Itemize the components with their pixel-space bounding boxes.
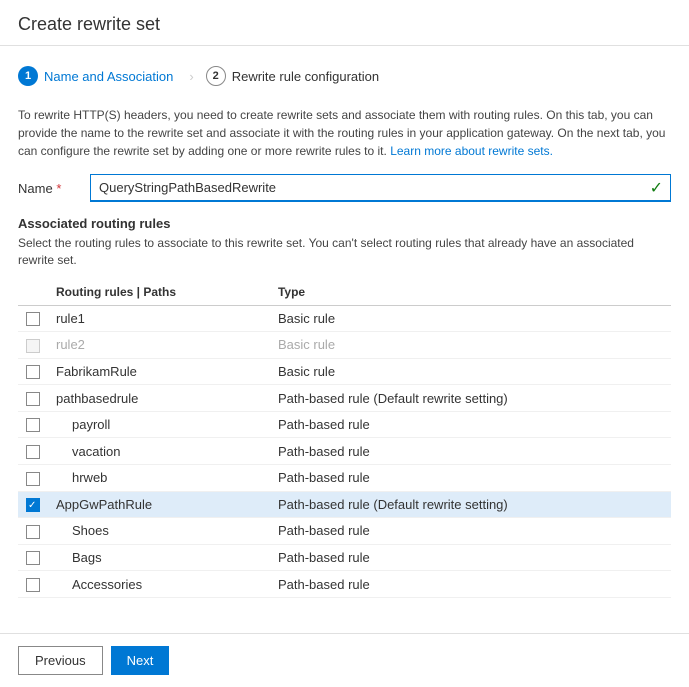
table-row: AccessoriesPath-based rule bbox=[18, 571, 671, 598]
rule-type-hrweb: Path-based rule bbox=[270, 464, 671, 491]
tab-name-association[interactable]: 1 Name and Association bbox=[18, 60, 189, 92]
rule-name-appgwpathrule: AppGwPathRule bbox=[48, 491, 270, 518]
tab1-label: Name and Association bbox=[44, 69, 173, 84]
rule-checkbox-hrweb[interactable] bbox=[26, 472, 40, 486]
rule-name-rule2: rule2 bbox=[48, 332, 270, 359]
rule-type-accessories: Path-based rule bbox=[270, 571, 671, 598]
rule-type-fabrikamrule: Basic rule bbox=[270, 358, 671, 385]
next-button[interactable]: Next bbox=[111, 646, 170, 675]
rule-checkbox-fabrikamrule[interactable] bbox=[26, 365, 40, 379]
rule-name-vacation: vacation bbox=[48, 438, 270, 465]
table-row: ShoesPath-based rule bbox=[18, 518, 671, 545]
tabs-container: 1 Name and Association › 2 Rewrite rule … bbox=[18, 60, 671, 92]
name-input[interactable] bbox=[90, 174, 671, 202]
routing-rules-desc: Select the routing rules to associate to… bbox=[18, 235, 671, 269]
rule-type-shoes: Path-based rule bbox=[270, 518, 671, 545]
tab1-circle: 1 bbox=[18, 66, 38, 86]
rule-checkbox-vacation[interactable] bbox=[26, 445, 40, 459]
table-row: rule1Basic rule bbox=[18, 305, 671, 332]
rule-type-bags: Path-based rule bbox=[270, 544, 671, 571]
description-text: To rewrite HTTP(S) headers, you need to … bbox=[18, 108, 665, 158]
col-name-header: Routing rules | Paths bbox=[48, 279, 270, 306]
tab-separator: › bbox=[189, 69, 193, 84]
page-header: Create rewrite set bbox=[0, 0, 689, 46]
tab-description: To rewrite HTTP(S) headers, you need to … bbox=[18, 106, 671, 160]
rule-name-rule1: rule1 bbox=[48, 305, 270, 332]
name-field-row: Name * ✓ bbox=[18, 174, 671, 202]
content-area: 1 Name and Association › 2 Rewrite rule … bbox=[0, 46, 689, 633]
page-container: Create rewrite set 1 Name and Associatio… bbox=[0, 0, 689, 687]
rule-name-hrweb: hrweb bbox=[48, 464, 270, 491]
rule-name-pathbasedrule: pathbasedrule bbox=[48, 385, 270, 412]
table-row: AppGwPathRulePath-based rule (Default re… bbox=[18, 491, 671, 518]
previous-button[interactable]: Previous bbox=[18, 646, 103, 675]
name-label: Name * bbox=[18, 181, 78, 196]
name-input-wrapper: ✓ bbox=[90, 174, 671, 202]
table-header-row: Routing rules | Paths Type bbox=[18, 279, 671, 306]
routing-rules-table: Routing rules | Paths Type rule1Basic ru… bbox=[18, 279, 671, 598]
rule-checkbox-bags[interactable] bbox=[26, 551, 40, 565]
routing-rules-title: Associated routing rules bbox=[18, 216, 671, 231]
input-valid-icon: ✓ bbox=[650, 178, 663, 198]
page-title: Create rewrite set bbox=[18, 14, 671, 35]
table-row: payrollPath-based rule bbox=[18, 411, 671, 438]
rule-name-fabrikamrule: FabrikamRule bbox=[48, 358, 270, 385]
rule-type-rule2: Basic rule bbox=[270, 332, 671, 359]
rule-type-payroll: Path-based rule bbox=[270, 411, 671, 438]
rule-checkbox-rule1[interactable] bbox=[26, 312, 40, 326]
rule-checkbox-accessories[interactable] bbox=[26, 578, 40, 592]
rule-type-rule1: Basic rule bbox=[270, 305, 671, 332]
rule-checkbox-shoes[interactable] bbox=[26, 525, 40, 539]
rule-name-accessories: Accessories bbox=[48, 571, 270, 598]
learn-more-link[interactable]: Learn more about rewrite sets. bbox=[390, 144, 553, 158]
col-type-header: Type bbox=[270, 279, 671, 306]
table-row: vacationPath-based rule bbox=[18, 438, 671, 465]
tab2-circle: 2 bbox=[206, 66, 226, 86]
rule-checkbox-pathbasedrule[interactable] bbox=[26, 392, 40, 406]
rule-type-pathbasedrule: Path-based rule (Default rewrite setting… bbox=[270, 385, 671, 412]
col-checkbox-header bbox=[18, 279, 48, 306]
table-row: FabrikamRuleBasic rule bbox=[18, 358, 671, 385]
rule-type-appgwpathrule: Path-based rule (Default rewrite setting… bbox=[270, 491, 671, 518]
tab-rewrite-rule-config[interactable]: 2 Rewrite rule configuration bbox=[206, 60, 395, 92]
required-marker: * bbox=[56, 181, 61, 196]
rule-checkbox-payroll[interactable] bbox=[26, 418, 40, 432]
table-row: rule2Basic rule bbox=[18, 332, 671, 359]
tab2-label: Rewrite rule configuration bbox=[232, 69, 379, 84]
rule-checkbox-appgwpathrule[interactable] bbox=[26, 498, 40, 512]
rule-name-bags: Bags bbox=[48, 544, 270, 571]
table-row: BagsPath-based rule bbox=[18, 544, 671, 571]
table-row: hrwebPath-based rule bbox=[18, 464, 671, 491]
rule-type-vacation: Path-based rule bbox=[270, 438, 671, 465]
footer: Previous Next bbox=[0, 633, 689, 687]
table-row: pathbasedrulePath-based rule (Default re… bbox=[18, 385, 671, 412]
rule-checkbox-rule2 bbox=[26, 339, 40, 353]
rule-name-payroll: payroll bbox=[48, 411, 270, 438]
rule-name-shoes: Shoes bbox=[48, 518, 270, 545]
